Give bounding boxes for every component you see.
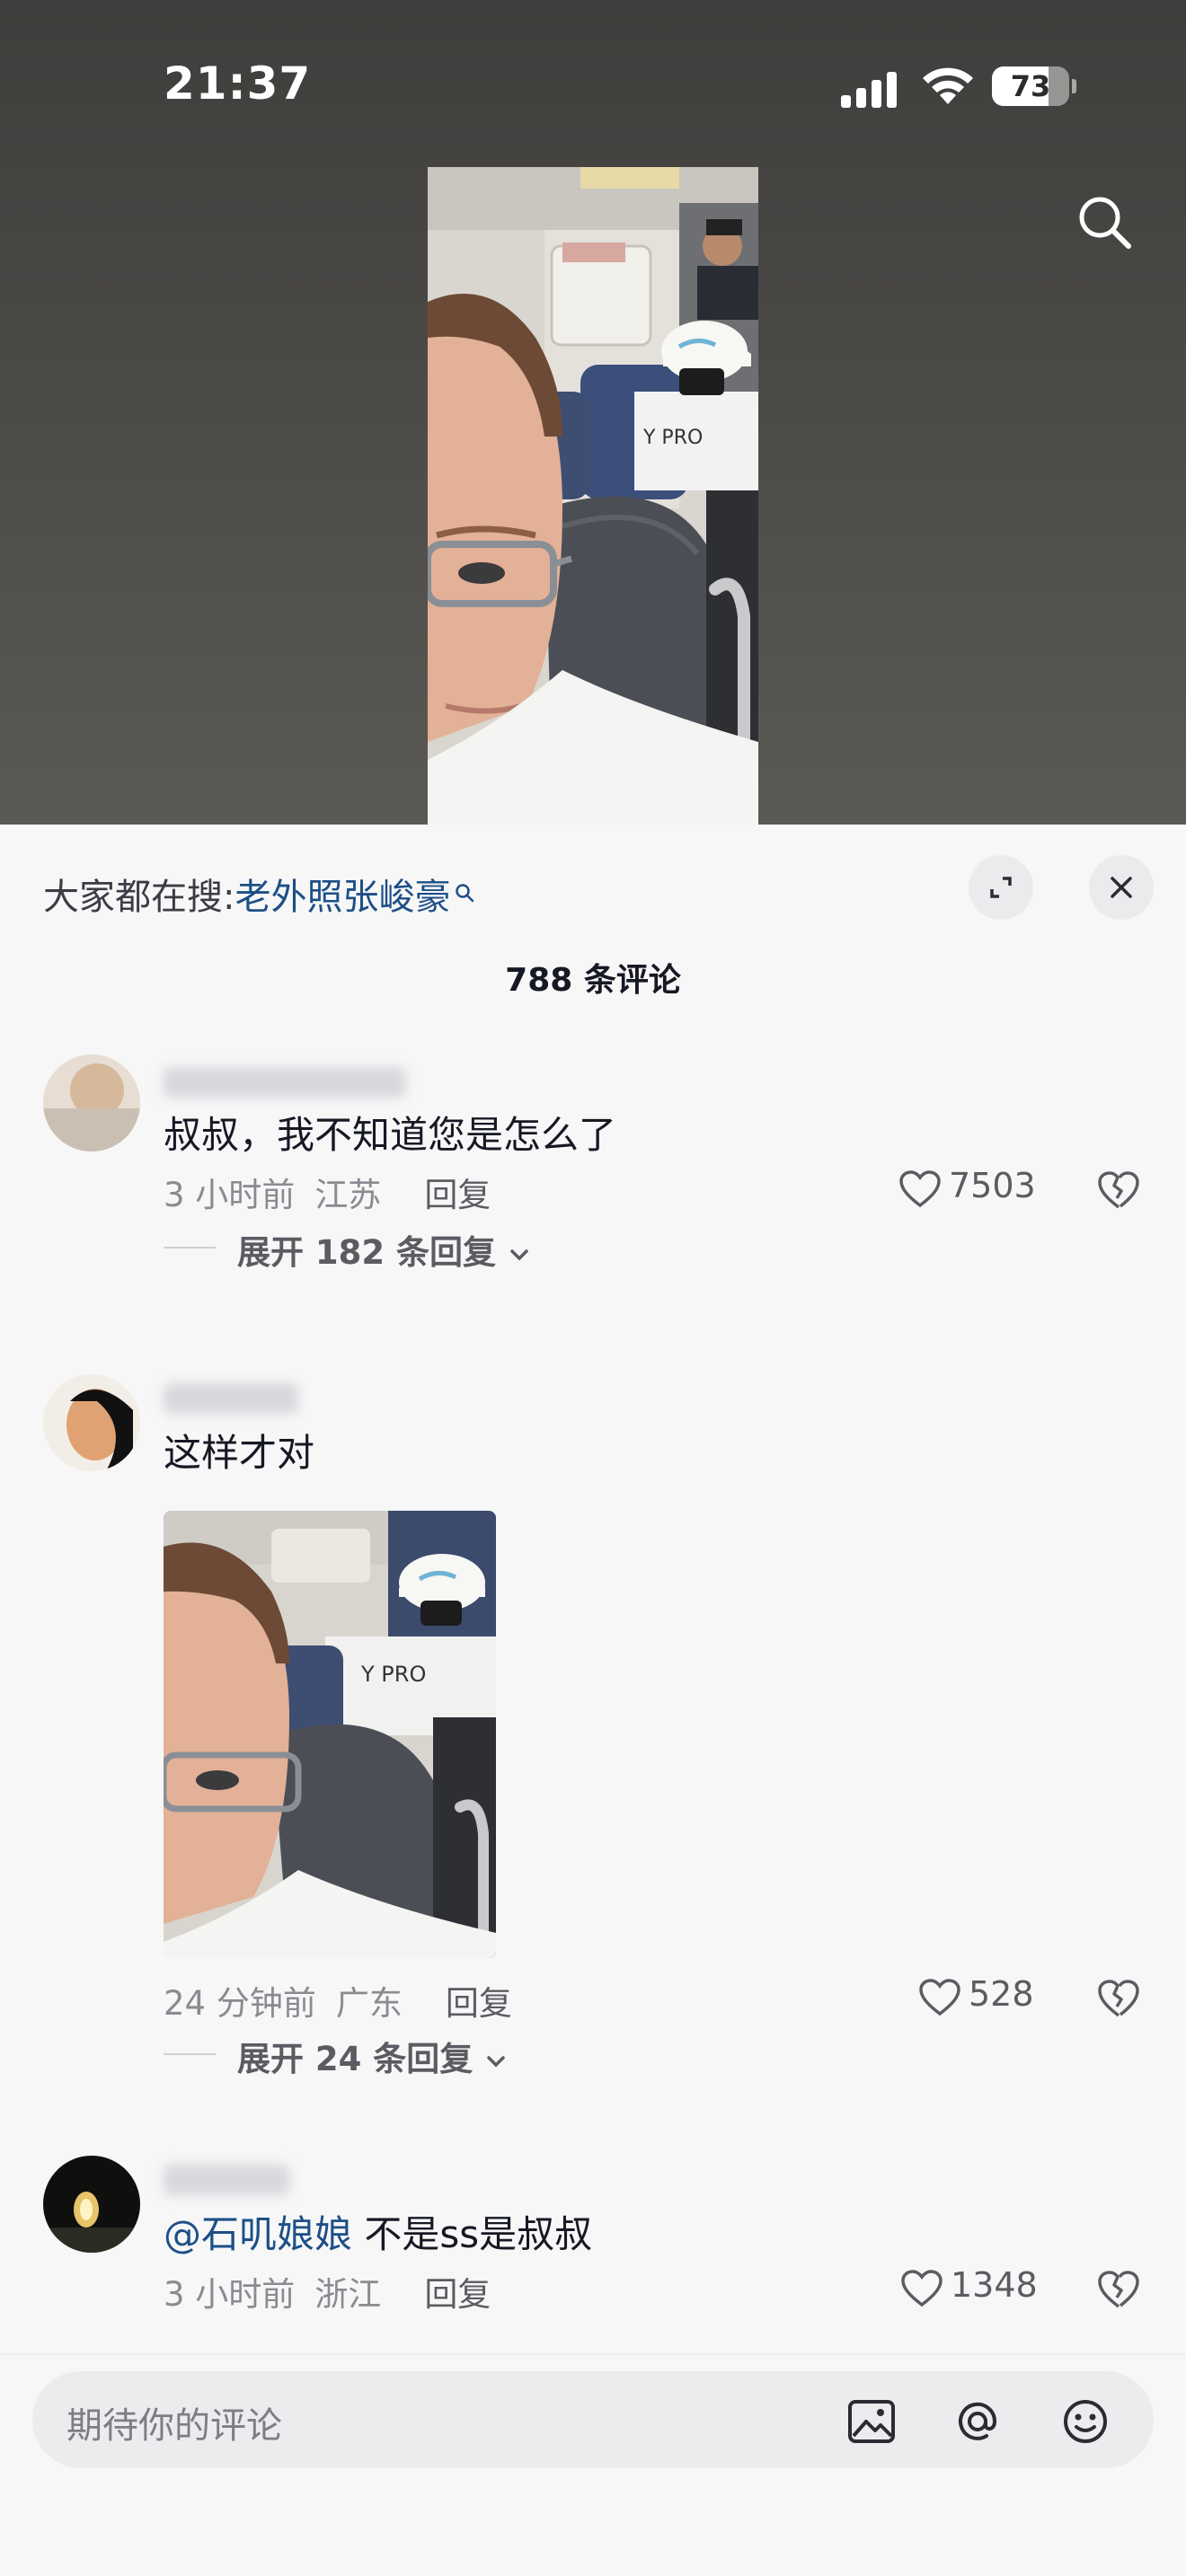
comment-meta: 24 分钟前 广东 回复 [164,1976,512,2025]
comment-location: 浙江 [314,2275,382,2314]
dislike-icon[interactable] [1096,1978,1141,2019]
battery-level: 73 [1010,69,1051,103]
comment-text: 这样才对 [164,1431,315,1475]
comment-meta: 3 小时前 浙江 回复 [164,2267,491,2316]
close-icon[interactable] [1089,855,1154,920]
comment-text: 叔叔，我不知道您是怎么了 [164,1113,617,1157]
comment-count: 788 条评论 [505,962,681,999]
svg-text:Y PRO: Y PRO [360,1662,426,1687]
avatar[interactable] [43,2156,140,2253]
comment-input[interactable]: 期待你的评论 [32,2371,1154,2468]
comment-time: 3 小时前 [164,2275,296,2314]
chevron-down-icon [510,1248,528,1260]
dislike-icon[interactable] [1096,1169,1141,1211]
svg-text:Y PRO: Y PRO [642,427,703,449]
avatar[interactable] [43,1054,140,1151]
heart-icon [899,1170,941,1208]
video-player[interactable]: 21:37 73 Y PRO [0,0,1186,825]
comment-time: 24 分钟前 [164,1984,316,2023]
heart-icon [901,2270,943,2307]
comment-image[interactable]: Y PRO [164,1511,496,1958]
comment-time: 3 小时前 [164,1176,296,1214]
like-count: 7503 [949,1166,1036,1205]
comment-item: @石叽娘娘 不是ss是叔叔 3 小时前 浙江 回复 1348 [0,2156,1186,2314]
battery-indicator: 73 [992,66,1076,106]
like-count: 528 [969,1974,1034,2014]
search-small-icon [454,871,475,903]
comment-meta: 3 小时前 江苏 回复 [164,1168,491,1216]
comment-input-placeholder: 期待你的评论 [66,2405,282,2447]
cellular-signal-icon [841,70,900,108]
comment-item: 叔叔，我不知道您是怎么了 3 小时前 江苏 回复 7503 展开 182 条回复 [0,1054,1186,1272]
comment-location: 广东 [335,1984,403,2023]
video-frame[interactable]: Y PRO [428,167,758,825]
avatar[interactable] [43,1374,140,1471]
image-icon[interactable] [846,2396,897,2447]
username-blurred[interactable] [164,1383,298,1414]
search-hint-keyword[interactable]: 老外照张峻豪 [235,877,450,918]
status-time: 21:37 [164,57,312,110]
like-count: 1348 [951,2265,1038,2305]
comment-location: 江苏 [314,1176,382,1214]
comment-text: @石叽娘娘 不是ss是叔叔 [164,2204,592,2259]
comment-input-bar: 期待你的评论 [0,2353,1186,2576]
comment-sheet: 大家都在搜:老外照张峻豪 788 条评论 叔叔，我不知道您是怎么了 3 小时前江… [0,825,1186,2576]
expand-replies-label: 展开 182 条回复 [237,1233,496,1272]
search-icon[interactable] [1073,190,1136,253]
comment-body: 不是ss是叔叔 [352,2212,593,2256]
chevron-down-icon [487,2055,505,2067]
expand-replies-button[interactable]: 展开 24 条回复 [164,2032,523,2078]
expand-replies-button[interactable]: 展开 182 条回复 [164,1225,541,1272]
reply-button[interactable]: 回复 [424,1176,491,1214]
comment-item: 这样才对 Y PRO 24 分钟前 广东 回复 528 展开 24 条回复 [0,1374,1186,2078]
trending-search-hint[interactable]: 大家都在搜:老外照张峻豪 [43,868,475,920]
reply-button[interactable]: 回复 [446,1984,512,2023]
wifi-icon [920,65,976,106]
like-button[interactable]: 7503 [898,1166,1042,1211]
username-blurred[interactable] [164,1067,406,1098]
expand-icon[interactable] [969,855,1033,920]
at-icon[interactable] [952,2396,1003,2447]
reply-button[interactable]: 回复 [424,2275,491,2314]
mention-link[interactable]: @石叽娘娘 [164,2212,352,2256]
like-button[interactable]: 1348 [900,2265,1044,2310]
username-blurred[interactable] [164,2165,289,2195]
dislike-icon[interactable] [1096,2269,1141,2310]
heart-icon [919,1979,960,2016]
like-button[interactable]: 528 [918,1974,1044,2019]
search-hint-prefix: 大家都在搜: [43,877,235,918]
expand-replies-label: 展开 24 条回复 [237,2040,474,2078]
status-bar: 21:37 73 [0,0,1186,171]
emoji-icon[interactable] [1060,2396,1111,2447]
